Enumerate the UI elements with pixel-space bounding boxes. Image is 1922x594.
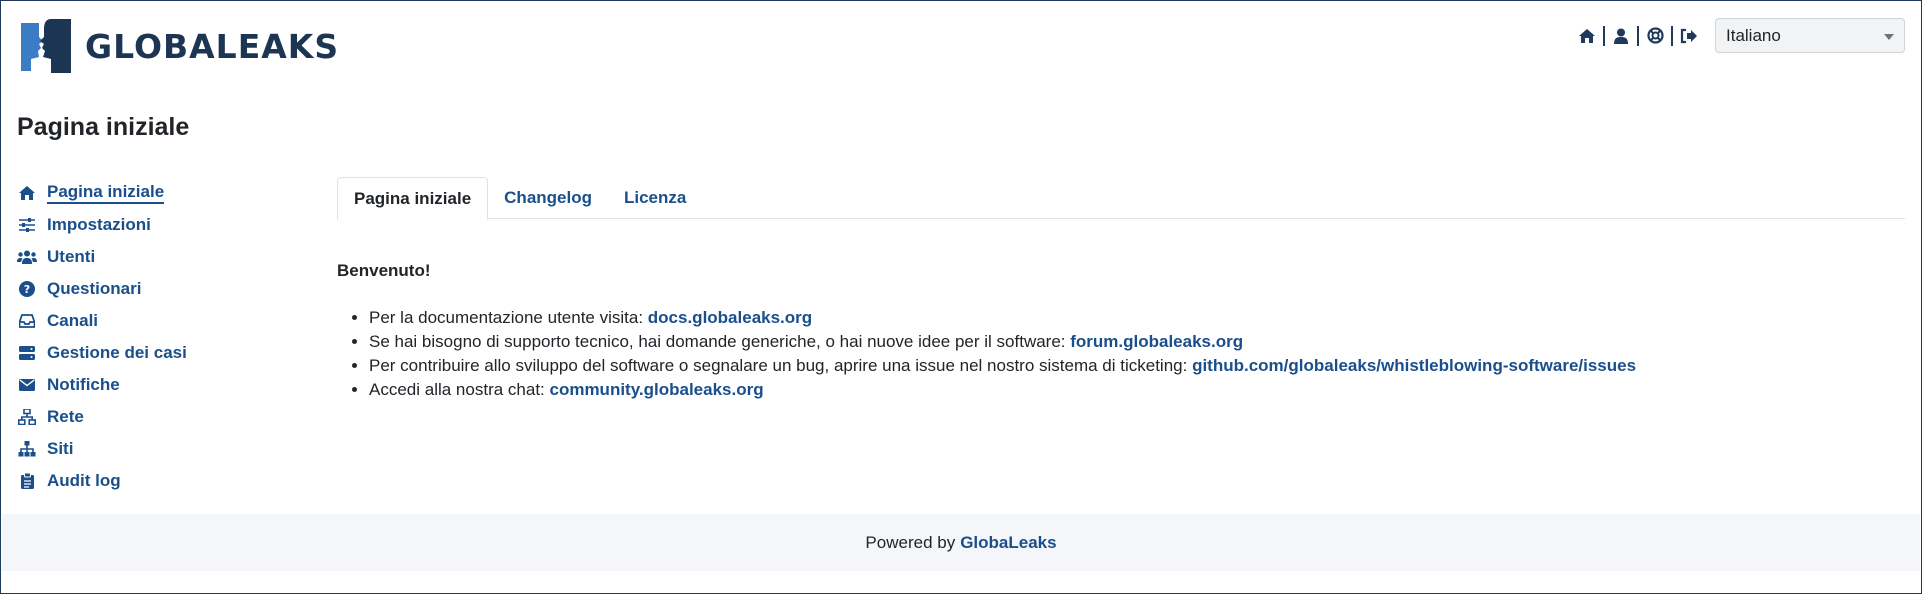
sidebar-item-label: Questionari xyxy=(47,279,142,298)
tab-home[interactable]: Pagina iniziale xyxy=(337,177,489,220)
sidebar-item-questionnaires[interactable]: ? Questionari xyxy=(17,273,187,305)
network-icon xyxy=(17,407,37,427)
list-item: Per contribuire allo sviluppo del softwa… xyxy=(369,354,1636,378)
logout-icon[interactable] xyxy=(1679,26,1699,46)
list-item-text: Per la documentazione utente visita: xyxy=(369,308,648,327)
globaleaks-logo-icon xyxy=(21,19,71,73)
chevron-down-icon xyxy=(1884,34,1894,40)
sidebar-nav: Pagina iniziale Impostazioni Utenti ? Qu… xyxy=(17,177,187,497)
divider xyxy=(1603,25,1605,46)
globaleaks-link[interactable]: GlobaLeaks xyxy=(960,533,1056,553)
top-toolbar: Italiano xyxy=(1577,18,1905,53)
welcome-heading: Benvenuto! xyxy=(337,261,431,280)
sidebar-item-label: Impostazioni xyxy=(47,215,151,234)
sidebar-item-label: Notifiche xyxy=(47,375,120,394)
svg-text:?: ? xyxy=(24,283,30,296)
sidebar-item-label: Audit log xyxy=(47,471,121,490)
sidebar-item-users[interactable]: Utenti xyxy=(17,241,187,273)
inbox-icon xyxy=(17,311,37,331)
sidebar-item-settings[interactable]: Impostazioni xyxy=(17,209,187,241)
list-item: Per la documentazione utente visita: doc… xyxy=(369,306,1636,330)
tab-changelog[interactable]: Changelog xyxy=(488,177,608,219)
logo-text: GLOBALEAKS xyxy=(85,26,340,66)
sidebar-item-channels[interactable]: Canali xyxy=(17,305,187,337)
sidebar-item-label: Pagina iniziale xyxy=(47,182,165,204)
support-icon[interactable] xyxy=(1645,26,1665,46)
home-icon xyxy=(17,183,37,203)
community-link[interactable]: community.globaleaks.org xyxy=(549,380,763,399)
sitemap-icon xyxy=(17,439,37,459)
sidebar-item-label: Siti xyxy=(47,439,74,458)
app-frame: GLOBALEAKS Italiano Pagina iniziale Pagi… xyxy=(0,0,1922,594)
list-item-text: Accedi alla nostra chat: xyxy=(369,380,550,399)
sidebar-item-label: Rete xyxy=(47,407,84,426)
sidebar-item-notifications[interactable]: Notifiche xyxy=(17,369,187,401)
clipboard-icon xyxy=(17,471,37,491)
sidebar-item-audit-log[interactable]: Audit log xyxy=(17,465,187,497)
user-icon[interactable] xyxy=(1611,26,1631,46)
footer: Powered by GlobaLeaks xyxy=(2,514,1920,571)
tab-bar: Pagina iniziale Changelog Licenza xyxy=(337,177,1905,220)
list-item-text: Per contribuire allo sviluppo del softwa… xyxy=(369,356,1193,375)
sidebar-item-label: Utenti xyxy=(47,247,96,266)
tab-license[interactable]: Licenza xyxy=(608,177,702,219)
home-icon[interactable] xyxy=(1577,26,1597,46)
sidebar-item-home[interactable]: Pagina iniziale xyxy=(17,177,187,209)
sidebar-item-label: Gestione dei casi xyxy=(47,343,187,362)
question-icon: ? xyxy=(17,279,37,299)
list-item-text: Se hai bisogno di supporto tecnico, hai … xyxy=(369,332,1071,351)
sidebar-item-network[interactable]: Rete xyxy=(17,401,187,433)
list-item: Se hai bisogno di supporto tecnico, hai … xyxy=(369,330,1636,354)
info-list: Per la documentazione utente visita: doc… xyxy=(337,306,1636,402)
language-select[interactable]: Italiano xyxy=(1715,18,1905,53)
sliders-icon xyxy=(17,215,37,235)
page-title: Pagina iniziale xyxy=(17,113,190,141)
sidebar-item-sites[interactable]: Siti xyxy=(17,433,187,465)
envelope-icon xyxy=(17,375,37,395)
sidebar-item-case-management[interactable]: Gestione dei casi xyxy=(17,337,187,369)
main-content: Benvenuto! Per la documentazione utente … xyxy=(337,261,1636,402)
footer-text: Powered by xyxy=(865,532,956,552)
language-value: Italiano xyxy=(1726,25,1781,45)
divider xyxy=(1637,25,1639,46)
github-issues-link[interactable]: github.com/globaleaks/whistleblowing-sof… xyxy=(1192,356,1636,375)
top-icons xyxy=(1577,25,1699,46)
list-item: Accedi alla nostra chat: community.globa… xyxy=(369,378,1636,402)
divider xyxy=(1671,25,1673,46)
forum-link[interactable]: forum.globaleaks.org xyxy=(1070,332,1243,351)
header-logo[interactable]: GLOBALEAKS xyxy=(17,17,339,75)
docs-link[interactable]: docs.globaleaks.org xyxy=(648,308,812,327)
sidebar-item-label: Canali xyxy=(47,311,99,330)
users-icon xyxy=(17,247,37,267)
server-icon xyxy=(17,343,37,363)
